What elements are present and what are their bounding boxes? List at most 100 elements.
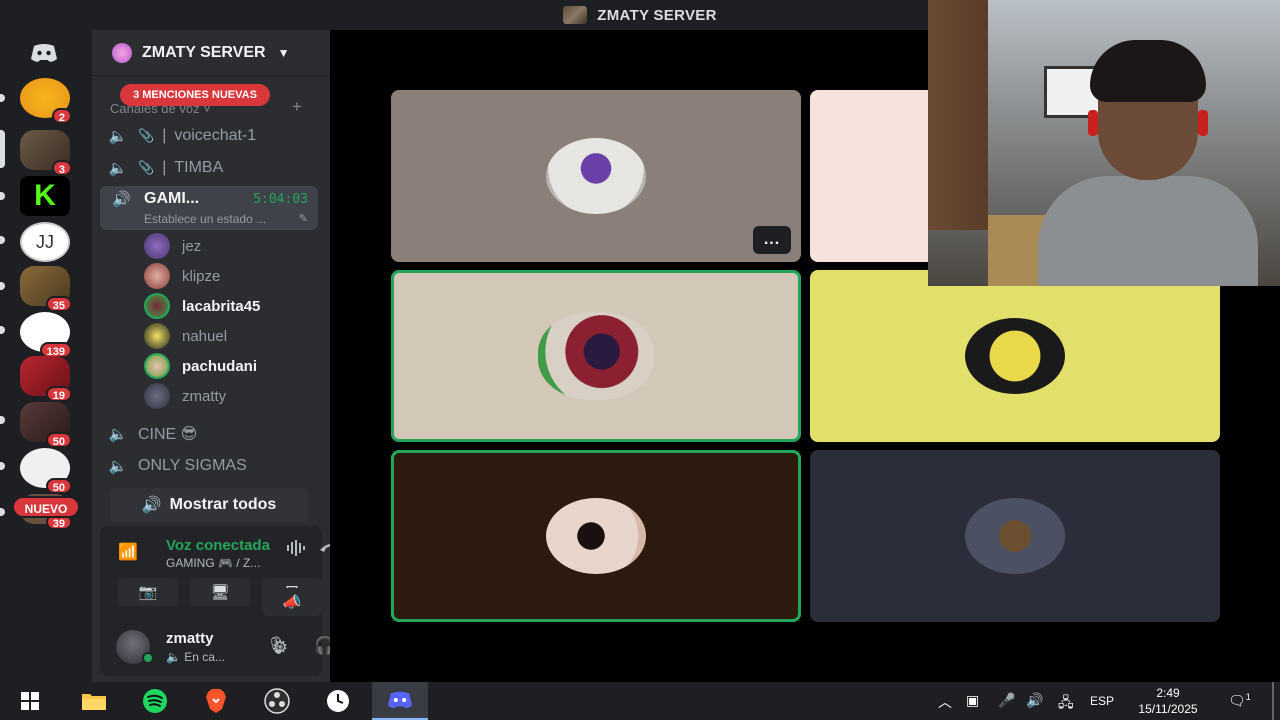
- participant-tile-nahuel[interactable]: [810, 270, 1220, 442]
- more-options-button[interactable]: ...: [753, 226, 791, 254]
- volume-icon[interactable]: 🔊: [1026, 692, 1043, 709]
- show-desktop-button[interactable]: [1272, 682, 1274, 720]
- channel-only-sigmas[interactable]: 🔈 ONLY SIGMAS: [106, 452, 247, 480]
- camera-off-button[interactable]: 📷: [118, 578, 178, 606]
- show-all-button[interactable]: 🔊 Mostrar todos: [110, 488, 308, 522]
- settings-gear-icon[interactable]: ⚙: [272, 637, 288, 658]
- app-tray-icon[interactable]: ▣: [966, 692, 979, 709]
- server-icon-1[interactable]: 2: [20, 78, 72, 124]
- channel-cine[interactable]: 🔈 CINE 😎: [106, 420, 198, 448]
- user-name: zmatty: [182, 387, 227, 405]
- participant-tile-zmatty[interactable]: [810, 450, 1220, 622]
- server-thumbnail-icon: [563, 6, 588, 24]
- avatar: [144, 383, 170, 409]
- voice-user-lacabrita45[interactable]: lacabrita45: [144, 293, 260, 319]
- server-icon-8[interactable]: 50: [20, 402, 72, 448]
- language-indicator[interactable]: ESP: [1090, 694, 1114, 708]
- call-timer: 5:04:03: [253, 192, 308, 207]
- server-icon-9[interactable]: 50: [20, 448, 72, 494]
- server-icon-7[interactable]: 19: [20, 356, 72, 402]
- screen-share-icon: 🖥: [210, 584, 230, 601]
- avatar: [144, 353, 170, 379]
- signal-strength-icon[interactable]: 📶: [118, 542, 138, 562]
- avatar: [144, 293, 170, 319]
- channel-timba[interactable]: 🔈 📎 | TIMBA: [106, 154, 224, 182]
- new-unreads-badge[interactable]: NUEVO: [12, 496, 80, 518]
- pin-icon: 📎: [138, 128, 155, 143]
- brave-browser-icon[interactable]: [192, 682, 240, 720]
- new-mentions-banner[interactable]: 3 MENCIONES NUEVAS: [120, 84, 270, 106]
- server-icon-5[interactable]: 35: [20, 266, 72, 312]
- server-rail: 2 3 K JJ 35 139 19 50 50 39 NUEVO: [0, 30, 92, 682]
- participant-tile-pachudani[interactable]: [391, 450, 801, 622]
- channel-name: TIMBA: [174, 159, 224, 176]
- kick-server-icon[interactable]: K: [20, 176, 70, 216]
- voice-user-pachudani[interactable]: pachudani: [144, 353, 257, 379]
- online-status-dot: [142, 652, 154, 664]
- channel-gaming-active[interactable]: 🔊 GAMI... 5:04:03 Establece un estado ..…: [100, 186, 318, 230]
- voice-user-nahuel[interactable]: nahuel: [144, 323, 227, 349]
- add-channel-icon[interactable]: +: [292, 97, 302, 117]
- voice-user-klipze[interactable]: klipze: [144, 263, 220, 289]
- chevron-down-icon: ▼: [277, 45, 290, 60]
- screen-share-button[interactable]: 🖥: [190, 578, 250, 606]
- server-icon-4[interactable]: JJ: [20, 222, 70, 262]
- participant-avatar: [965, 498, 1065, 574]
- user-name: lacabrita45: [182, 297, 261, 315]
- voice-connected-title[interactable]: Voz conectada: [166, 537, 270, 554]
- voice-user-jez[interactable]: jez: [144, 233, 201, 259]
- notification-count: 1: [1245, 692, 1251, 702]
- clock-app-icon[interactable]: [314, 682, 362, 720]
- mention-badge: 35: [45, 296, 72, 312]
- mention-badge: 2: [51, 108, 72, 124]
- unread-pill: [0, 508, 5, 516]
- file-explorer-icon[interactable]: [70, 682, 118, 720]
- speaker-icon: 🔈: [108, 128, 128, 145]
- discord-taskbar-icon[interactable]: [372, 682, 428, 720]
- window-title: ZMATY SERVER: [597, 6, 717, 24]
- clock-date: 15/11/2025: [1138, 702, 1198, 716]
- speaker-icon: 🔈: [108, 426, 128, 443]
- speaker-active-icon: 🔊: [112, 191, 131, 208]
- voice-connected-channel[interactable]: GAMING 🎮 / Z...: [166, 556, 260, 570]
- avatar: [144, 233, 170, 259]
- participant-tile-jez[interactable]: ...: [391, 90, 801, 262]
- microphone-tray-icon[interactable]: 🎤: [998, 692, 1015, 709]
- notification-center-icon[interactable]: 🗨1: [1228, 692, 1251, 710]
- voice-user-zmatty[interactable]: zmatty: [144, 383, 226, 409]
- chevron-up-icon[interactable]: ︿: [938, 692, 952, 712]
- mention-badge: 3: [51, 160, 72, 176]
- channel-sidebar: ZMATY SERVER ▼ Canales de voz ˅ + 3 MENC…: [92, 30, 342, 682]
- noise-suppression-icon[interactable]: [286, 540, 310, 561]
- pin-icon: 📎: [138, 160, 155, 175]
- speaker-locked-icon: 🔈: [108, 458, 128, 475]
- channel-voicechat-1[interactable]: 🔈 📎 | voicechat-1: [106, 122, 257, 150]
- server-icon-6[interactable]: 139: [20, 312, 72, 358]
- clock-time: 2:49: [1156, 686, 1180, 700]
- channel-status[interactable]: Establece un estado ...: [144, 212, 266, 226]
- participant-avatar: [965, 318, 1065, 394]
- channel-name: ONLY SIGMAS: [138, 457, 247, 474]
- windows-start-icon[interactable]: [6, 682, 54, 720]
- camera-off-icon: 📷: [138, 584, 158, 601]
- network-icon[interactable]: 🖧: [1058, 692, 1074, 716]
- current-user-status: 🔈 En ca...: [166, 650, 225, 664]
- server-icon-zmaty[interactable]: 3: [20, 130, 72, 176]
- windows-taskbar: ︿ ▣ 🎤 🔊 🖧 ESP 2:49 15/11/2025 🗨1: [0, 682, 1280, 720]
- participant-tile-lacabrita45[interactable]: [391, 270, 801, 442]
- spotify-icon[interactable]: [131, 682, 179, 720]
- participant-avatar: [546, 138, 646, 214]
- webcam-person: [1018, 40, 1278, 286]
- current-user-name[interactable]: zmatty: [166, 630, 214, 647]
- channel-name: voicechat-1: [174, 127, 257, 144]
- unread-pill: [0, 326, 5, 334]
- discord-home-icon[interactable]: [20, 38, 68, 68]
- edit-pencil-icon[interactable]: ✎: [299, 212, 308, 225]
- avatar: [144, 263, 170, 289]
- obs-icon[interactable]: [253, 682, 301, 720]
- user-name: nahuel: [182, 327, 228, 345]
- taskbar-clock[interactable]: 2:49 15/11/2025: [1128, 685, 1208, 717]
- channel-name: GAMI...: [144, 190, 200, 207]
- soundboard-button[interactable]: 📣: [262, 588, 322, 616]
- server-header[interactable]: ZMATY SERVER ▼: [92, 30, 330, 76]
